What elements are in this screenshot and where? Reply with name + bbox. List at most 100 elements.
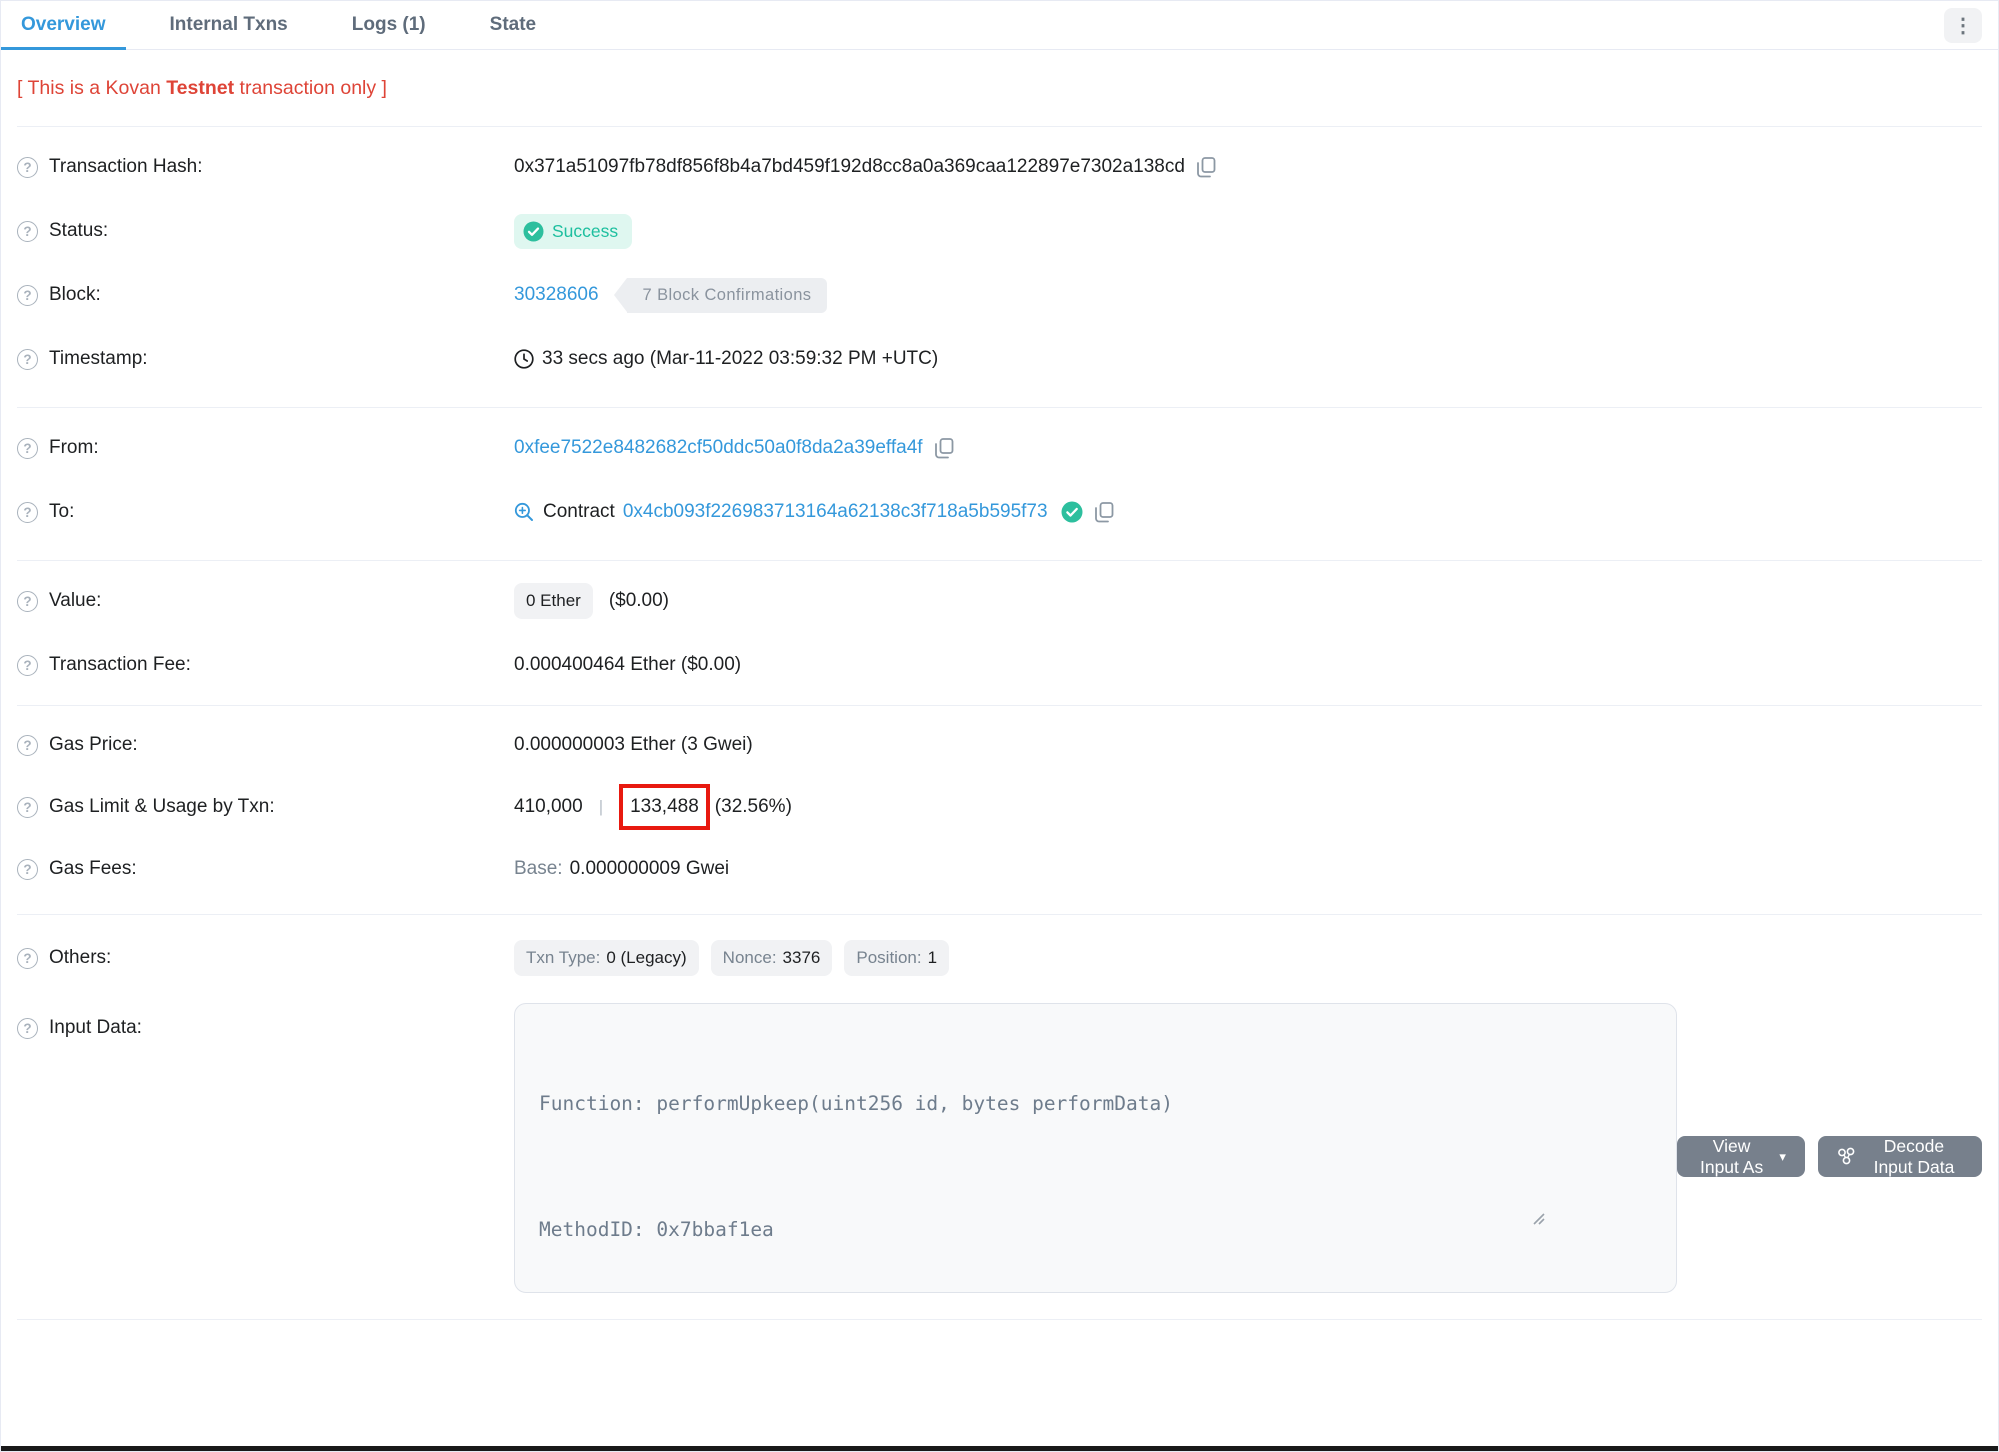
check-circle-icon (523, 221, 544, 242)
help-icon[interactable]: ? (17, 590, 38, 612)
from-label: From: (49, 437, 99, 458)
tab-overview-label: Overview (21, 14, 106, 35)
copy-icon[interactable] (1094, 501, 1114, 523)
txn-type-badge: Txn Type: 0 (Legacy) (514, 940, 699, 976)
gas-used-annotation-box: 133,488 (619, 784, 710, 830)
value-ether-badge: 0 Ether (514, 583, 593, 619)
tab-state-label: State (489, 14, 537, 35)
input-methodid-line: MethodID: 0x7bbaf1ea (539, 1218, 774, 1241)
row-others: ? Others: Txn Type: 0 (Legacy) Nonce: 3376… (1, 923, 1998, 993)
txn-type-value: 0 (Legacy) (606, 948, 687, 967)
help-icon[interactable]: ? (17, 284, 38, 306)
resize-handle[interactable] (1531, 1148, 1672, 1288)
input-data-label: Input Data: (49, 1017, 142, 1038)
gas-fees-label: Gas Fees: (49, 858, 137, 879)
testnet-warning: [ This is a Kovan Testnet transaction on… (1, 50, 1998, 100)
view-input-as-label: View Input As (1699, 1135, 1764, 1177)
verified-check-icon (1061, 501, 1083, 523)
kebab-icon: ⋮ (1953, 14, 1973, 37)
testnet-warning-suffix: transaction only ] (234, 77, 387, 99)
help-icon[interactable]: ? (17, 1017, 38, 1039)
tab-overview[interactable]: Overview (1, 1, 126, 50)
txn-type-key: Txn Type: (526, 948, 601, 967)
status-badge-text: Success (552, 220, 619, 241)
row-gas-fees: ? Gas Fees: Base: 0.000000009 Gwei (1, 838, 1998, 900)
decode-input-data-label: Decode Input Data (1873, 1135, 1955, 1177)
tab-internal-txns-label: Internal Txns (169, 14, 288, 35)
help-icon[interactable]: ? (17, 501, 38, 523)
zoom-in-icon[interactable] (514, 502, 534, 522)
gas-limit-value: 410,000 (514, 796, 583, 817)
gas-fees-base-label: Base: (514, 858, 563, 879)
to-address-link[interactable]: 0x4cb093f226983713164a62138c3f718a5b595f… (623, 501, 1048, 523)
gas-used-percent: (32.56%) (714, 796, 792, 817)
transaction-fee-value: 0.000400464 Ether ($0.00) (514, 654, 742, 675)
view-input-as-button[interactable]: View Input As ▾ (1676, 1135, 1805, 1177)
bottom-gap (1, 1320, 1998, 1353)
testnet-warning-prefix: [ This is a Kovan (17, 77, 167, 99)
chevron-down-icon: ▾ (1779, 1148, 1786, 1164)
transaction-hash-value: 0x371a51097fb78df856f8b4a7bd459f192d8cc8… (514, 156, 1185, 177)
to-contract-word: Contract (543, 501, 615, 522)
tab-bar: Overview Internal Txns Logs (1) State ⋮ (1, 1, 1998, 50)
help-icon[interactable]: ? (17, 220, 38, 242)
position-key: Position: (856, 948, 922, 967)
row-gas-price: ? Gas Price: 0.000000003 Ether (3 Gwei) (1, 714, 1998, 776)
decode-icon (1837, 1147, 1856, 1166)
row-input-data: ? Input Data: Function: performUpkeep(ui… (1, 1003, 1998, 1293)
section-other: ? Others: Txn Type: 0 (Legacy) Nonce: 3376… (1, 915, 1998, 1301)
help-icon[interactable]: ? (17, 796, 38, 818)
status-label: Status: (49, 220, 109, 241)
timestamp-value: 33 secs ago (Mar-11-2022 03:59:32 PM +UT… (542, 348, 939, 369)
value-usd: ($0.00) (608, 590, 670, 611)
transaction-hash-label: Transaction Hash: (49, 156, 203, 177)
bottom-edge (1, 1446, 1998, 1451)
decode-input-data-button[interactable]: Decode Input Data (1817, 1135, 1982, 1177)
help-icon[interactable]: ? (17, 654, 38, 676)
others-label: Others: (49, 947, 112, 968)
gas-limit-label: Gas Limit & Usage by Txn: (49, 796, 275, 817)
to-label: To: (49, 501, 75, 522)
transaction-overview-page: Overview Internal Txns Logs (1) State ⋮ … (0, 0, 1999, 1452)
tab-internal-txns[interactable]: Internal Txns (150, 1, 308, 49)
position-badge: Position: 1 (844, 940, 950, 976)
block-confirmations-badge: 7 Block Confirmations (613, 277, 828, 313)
value-label: Value: (49, 590, 102, 611)
row-gas-limit-usage: ? Gas Limit & Usage by Txn: 410,000 | 13… (1, 776, 1998, 838)
tab-logs-label: Logs (1) (351, 14, 426, 35)
block-number-link[interactable]: 30328606 (514, 284, 599, 306)
gas-limit-separator: | (598, 797, 604, 816)
row-transaction-hash: ? Transaction Hash: 0x371a51097fb78df856… (1, 135, 1998, 199)
tab-logs[interactable]: Logs (1) (332, 1, 446, 49)
timestamp-label: Timestamp: (49, 348, 148, 369)
section-value: ? Value: 0 Ether ($0.00) ? Transaction F… (1, 561, 1998, 705)
clock-icon (514, 349, 534, 369)
block-label: Block: (49, 284, 101, 305)
help-icon[interactable]: ? (17, 156, 38, 178)
gas-price-label: Gas Price: (49, 734, 138, 755)
position-value: 1 (927, 948, 938, 967)
row-value: ? Value: 0 Ether ($0.00) (1, 569, 1998, 633)
input-data-textarea[interactable]: Function: performUpkeep(uint256 id, byte… (514, 1003, 1677, 1293)
testnet-warning-bold: Testnet (166, 77, 235, 99)
status-badge: Success (514, 213, 633, 249)
from-address-link[interactable]: 0xfee7522e8482682cf50ddc50a0f8da2a39effa… (514, 437, 923, 459)
tab-state[interactable]: State (470, 1, 556, 49)
copy-icon[interactable] (1197, 156, 1216, 178)
section-summary: ? Transaction Hash: 0x371a51097fb78df856… (1, 127, 1998, 399)
input-function-line: Function: performUpkeep(uint256 id, byte… (539, 1092, 1173, 1115)
help-icon[interactable]: ? (17, 947, 38, 969)
nonce-value: 3376 (782, 948, 821, 967)
row-status: ? Status: Success (1, 199, 1998, 263)
more-options-button[interactable]: ⋮ (1944, 7, 1982, 43)
help-icon[interactable]: ? (17, 858, 38, 880)
copy-icon[interactable] (934, 437, 954, 459)
row-to: ? To: Contract 0x4cb093f226983713164a621… (1, 480, 1998, 544)
transaction-fee-label: Transaction Fee: (49, 654, 191, 675)
help-icon[interactable]: ? (17, 348, 38, 370)
help-icon[interactable]: ? (17, 437, 38, 459)
help-icon[interactable]: ? (17, 734, 38, 756)
gas-price-value: 0.000000003 Ether (3 Gwei) (514, 734, 753, 755)
row-block: ? Block: 30328606 7 Block Confirmations (1, 263, 1998, 327)
gas-used-value: 133,488 (630, 796, 699, 817)
